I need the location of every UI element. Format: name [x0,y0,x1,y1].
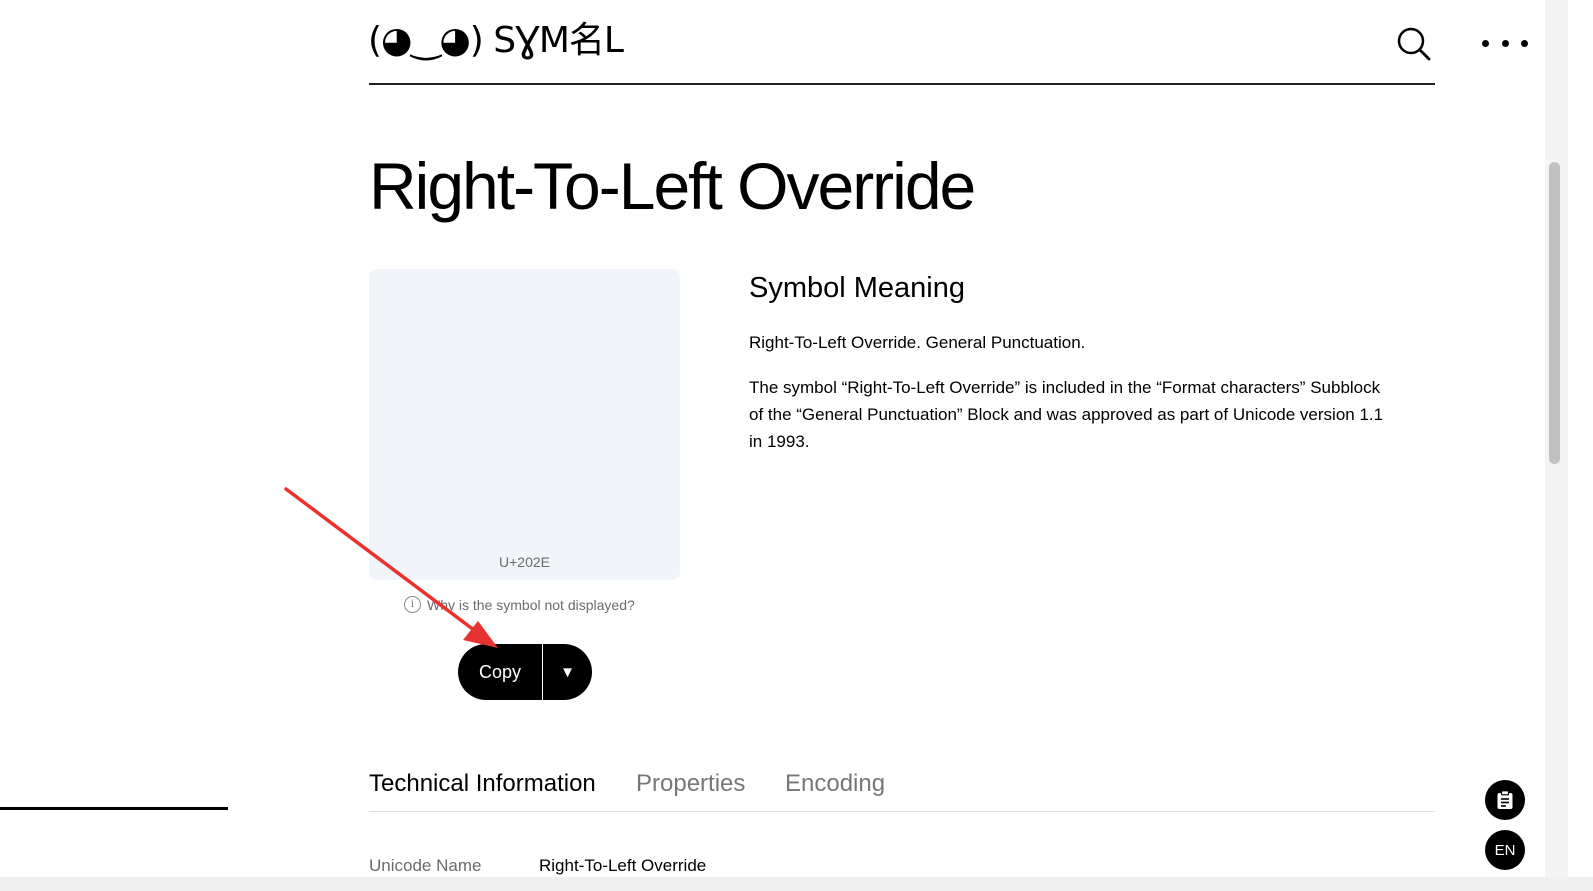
chevron-down-icon: ▼ [560,663,575,681]
unicode-name-label: Unicode Name [369,856,482,875]
more-dots-icon[interactable] [1482,30,1528,56]
info-tabs: Technical Information Properties Encodin… [369,766,1435,812]
unicode-code-label: U+202E [499,554,550,570]
info-icon: i [404,596,421,613]
site-header: (◕‿◕) SƔM名L [0,0,1568,86]
scrollbar-thumb[interactable] [1549,162,1560,464]
horizontal-scrollbar-track [0,877,1593,891]
tab-technical-information[interactable]: Technical Information [369,766,596,802]
why-not-displayed-link[interactable]: i Why is the symbol not displayed? [404,596,635,613]
copy-dropdown-button[interactable]: ▼ [543,644,592,700]
symbol-meaning-description: The symbol “Right-To-Left Override” is i… [749,378,1384,451]
page-title: Right-To-Left Override [369,149,976,223]
search-icon[interactable] [1396,26,1432,62]
symbol-meaning-heading: Symbol Meaning [749,272,965,304]
copy-button[interactable]: Copy [458,644,542,700]
clipboard-button[interactable] [1485,780,1525,820]
vertical-scrollbar[interactable] [1545,0,1568,877]
language-button[interactable]: EN [1485,830,1525,870]
copy-button-group: Copy ▼ [458,644,592,700]
site-logo[interactable]: (◕‿◕) SƔM名L [368,20,624,62]
why-not-displayed-text: Why is the symbol not displayed? [427,596,635,613]
unicode-name-value: Right-To-Left Override [539,856,707,875]
tab-properties[interactable]: Properties [636,766,745,802]
symbol-preview: U+202E [369,269,680,580]
tab-encoding[interactable]: Encoding [785,766,885,802]
symbol-meaning-short: Right-To-Left Override. General Punctuat… [749,333,1086,352]
clipboard-icon [1497,790,1513,809]
header-divider [369,83,1435,85]
active-tab-indicator [0,807,228,810]
